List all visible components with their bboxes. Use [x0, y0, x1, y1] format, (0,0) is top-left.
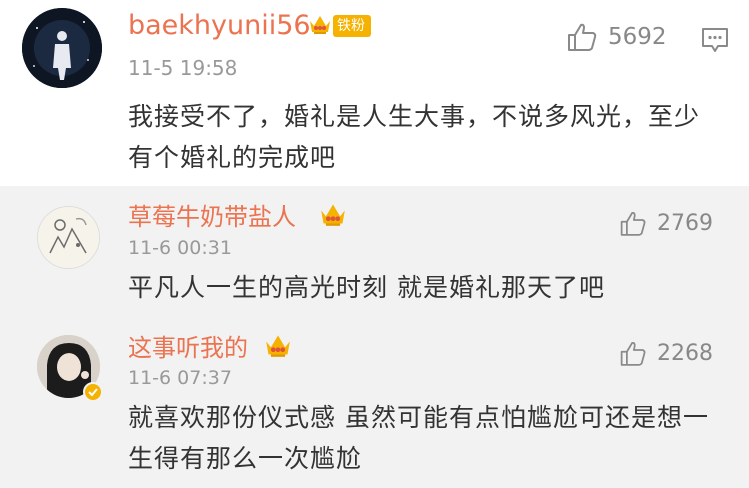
- comment-text: 平凡人一生的高光时刻 就是婚礼那天了吧: [128, 273, 605, 302]
- like-count: 2769: [657, 211, 713, 236]
- thumbs-up-icon: [620, 211, 646, 236]
- like-button[interactable]: 2769: [619, 210, 713, 237]
- sub-comments: 草莓牛奶带盐人 11-6 00:31 2769 平凡人一生的高光时刻 就是婚礼那…: [0, 186, 749, 488]
- thumbs-up-icon: [620, 341, 646, 366]
- like-button[interactable]: 2268: [619, 340, 713, 367]
- sub-comments-layer: 草莓牛奶带盐人 11-6 00:31 2769 平凡人一生的高光时刻 就是婚礼那…: [0, 0, 749, 488]
- like-count: 2268: [657, 341, 713, 366]
- avatar[interactable]: [37, 206, 100, 269]
- comment-text: 就喜欢那份仪式感 虽然可能有点怕尴尬可还是想一生得有那么一次尴尬: [128, 403, 709, 473]
- timestamp: 11-6 07:37: [128, 367, 232, 389]
- timestamp: 11-6 00:31: [128, 237, 232, 259]
- crown-icon: [263, 332, 293, 362]
- crown-icon: [318, 201, 348, 231]
- username[interactable]: 这事听我的: [128, 328, 248, 363]
- verified-icon: [83, 382, 103, 402]
- username[interactable]: 草莓牛奶带盐人: [128, 197, 296, 232]
